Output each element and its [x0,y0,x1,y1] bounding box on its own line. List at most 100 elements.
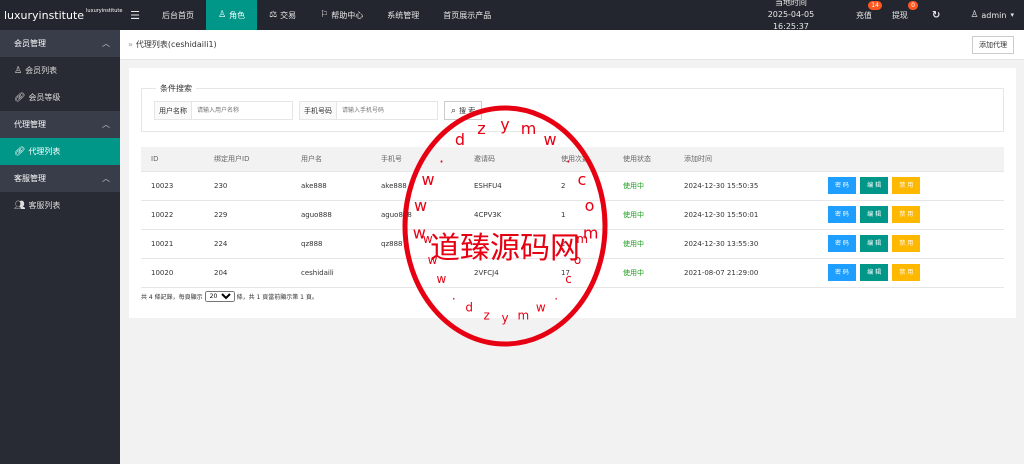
users-icon: 👥︎ [14,200,26,211]
chevron-down-icon: ▾ [1010,11,1014,19]
cell-status: 使用中 [613,258,674,288]
phone-group: 手机号码 [299,101,438,120]
cell-name: aguo888 [291,200,371,230]
sidebar-group-label: 会员管理 [14,39,46,48]
col-header: 手机号 [371,147,464,172]
nav-label: 交易 [280,10,297,20]
breadcrumb-text: 代理列表(ceshidaili1) [135,40,217,49]
col-header-actions [818,147,1004,172]
sidebar-item-member-level[interactable]: 🔗︎ 会员等级 [0,84,120,111]
edit-button[interactable]: 编 辑 [860,206,889,223]
cell-time: 2024-12-30 15:50:01 [674,200,818,230]
main-content: » 代理列表(ceshidaili1) 添加代理 条件搜索 用户名称 手机号码 … [120,30,1024,464]
content-card: 条件搜索 用户名称 手机号码 ⌕ 搜 索 ID [129,68,1016,318]
cell-code: 4CPV3K [464,200,551,230]
sidebar-item-agent-list[interactable]: 🔗︎ 代理列表 [0,138,120,165]
cell-code [464,229,551,259]
sidebar-group-support[interactable]: 客服管理 ︿ [0,165,120,192]
sidebar-group-label: 代理管理 [14,120,46,129]
nav-item-help[interactable]: ⚐ 帮助中心 [308,0,375,30]
withdraw-button[interactable]: 提现 0 [882,0,918,30]
col-header: 绑定用户ID [204,147,291,172]
sidebar-item-label: 会员等级 [28,93,61,102]
pager-prefix: 共 4 條記錄，每頁顯示 [141,294,203,301]
breadcrumb: » 代理列表(ceshidaili1) 添加代理 [120,30,1024,60]
disable-button[interactable]: 禁 用 [892,177,921,194]
phone-input[interactable] [337,102,437,119]
col-header: 邀请码 [464,147,551,172]
cell-id: 10023 [141,171,204,201]
sidebar-item-member-list[interactable]: ♙ 会员列表 [0,57,120,84]
chevron-up-icon: ︿ [102,174,110,183]
nav-item-trade[interactable]: ⚖ 交易 [257,0,308,30]
col-header: 使用状态 [613,147,674,172]
cell-actions: 密 码 编 辑 禁 用 [818,200,1004,230]
user-menu[interactable]: ♙ admin ▾ [954,0,1024,30]
flag-icon: ⚐ [320,10,329,20]
refresh-icon[interactable]: ↻ [918,0,954,30]
disable-button[interactable]: 禁 用 [892,206,921,223]
cell-status: 使用中 [613,171,674,201]
nav-item-home[interactable]: 后台首页 [150,0,206,30]
cell-phone: qz888 [371,229,464,259]
cell-uid: 230 [204,171,291,201]
recharge-button[interactable]: 充值 14 [846,0,882,30]
password-button[interactable]: 密 码 [828,206,856,223]
nav-label: 系统管理 [387,10,420,20]
withdraw-label: 提现 [891,10,908,20]
recharge-label: 充值 [855,10,872,20]
cell-name: qz888 [291,229,371,259]
search-button[interactable]: ⌕ 搜 索 [444,101,483,120]
nav-item-role[interactable]: ♙ 角色 [206,0,258,30]
col-header: 使用次数 [551,147,613,172]
per-page-select[interactable]: 20 [204,291,235,302]
cell-time: 2024-12-30 15:50:35 [674,171,818,201]
user-icon: ♙ [218,10,227,20]
nav-label: 后台首页 [162,10,194,20]
disable-button[interactable]: 禁 用 [892,264,921,281]
username-input[interactable] [192,102,292,119]
sidebar-group-members[interactable]: 会员管理 ︿ [0,30,120,57]
edit-button[interactable]: 编 辑 [860,264,889,281]
cell-code: 2VFCJ4 [464,258,551,288]
logo-sup-text: luxuryinstitute [86,8,123,14]
search-icon: ⌕ [451,105,457,116]
nav-item-products[interactable]: 首页展示产品 [431,0,503,30]
nav-item-system[interactable]: 系统管理 [375,0,431,30]
double-chevron-icon: » [128,40,133,49]
sidebar-item-label: 客服列表 [28,201,61,210]
cell-time: 2021-08-07 21:29:00 [674,258,818,288]
cell-name: ake888 [291,171,371,201]
logo-text: luxuryinstitute [4,8,85,22]
search-legend: 条件搜索 [156,83,196,94]
cell-id: 10021 [141,229,204,259]
cell-actions: 密 码 编 辑 禁 用 [818,258,1004,288]
sidebar-item-label: 代理列表 [28,147,61,156]
top-bar: luxuryinstitute luxuryinstitute ☰ 后台首页 ♙… [0,0,1024,31]
app-logo[interactable]: luxuryinstitute luxuryinstitute [0,0,123,30]
password-button[interactable]: 密 码 [828,235,856,252]
cell-actions: 密 码 编 辑 禁 用 [818,229,1004,259]
sidebar-group-agents[interactable]: 代理管理 ︿ [0,111,120,138]
nav-label: 首页展示产品 [443,10,492,20]
add-agent-button[interactable]: 添加代理 [972,35,1014,54]
edit-button[interactable]: 编 辑 [860,235,889,252]
cell-phone: aguo888 [371,200,464,230]
edit-button[interactable]: 编 辑 [860,177,889,194]
menu-toggle-icon[interactable]: ☰ [120,0,150,30]
cell-id: 10020 [141,258,204,288]
password-button[interactable]: 密 码 [828,177,856,194]
password-button[interactable]: 密 码 [828,264,856,281]
chevron-up-icon: ︿ [102,120,110,129]
cell-count: 17 [551,258,613,288]
nav-label: 帮助中心 [331,10,364,20]
search-button-label: 搜 索 [459,106,476,115]
table-row: 10022 229 aguo888 aguo888 4CPV3K 1 使用中 2… [141,200,1004,230]
disable-button[interactable]: 禁 用 [892,235,921,252]
cell-phone: ake888 [371,171,464,201]
cell-count: 1 [551,200,613,230]
sidebar-item-support-list[interactable]: 👥︎ 客服列表 [0,192,120,219]
chevron-up-icon: ︿ [102,39,110,48]
pagination: 共 4 條記錄，每頁顯示 20 條，共 1 頁當前顯示第 1 頁。 [141,291,318,302]
scale-icon: ⚖ [269,10,278,20]
